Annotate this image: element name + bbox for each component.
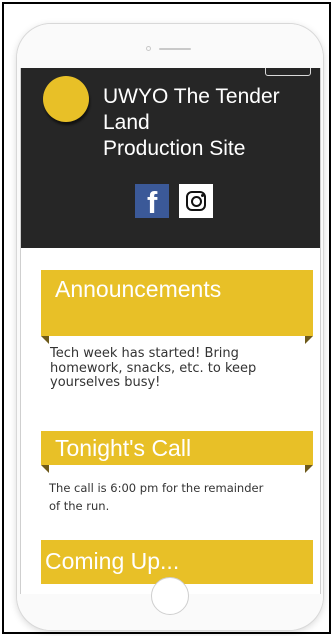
- banner-fold-left: [41, 336, 49, 344]
- facebook-icon[interactable]: f: [135, 184, 169, 220]
- logo-circle[interactable]: [43, 76, 89, 122]
- tonights-call-banner: Tonight's Call: [41, 431, 313, 465]
- speaker-icon: [159, 48, 191, 50]
- site-header: UWYO The Tender Land Production Site f: [21, 68, 320, 248]
- site-title[interactable]: UWYO The Tender Land Production Site: [103, 84, 313, 162]
- announcements-text: Tech week has started! Bring homework, s…: [50, 346, 257, 390]
- home-button[interactable]: [151, 577, 189, 615]
- camera-icon: [146, 46, 151, 51]
- banner-fold-right: [305, 336, 313, 344]
- facebook-glyph: f: [147, 185, 158, 220]
- instagram-lens: [190, 195, 202, 207]
- menu-button[interactable]: [265, 68, 311, 76]
- screenshot-frame: UWYO The Tender Land Production Site f A…: [2, 2, 331, 634]
- phone-screen[interactable]: UWYO The Tender Land Production Site f A…: [20, 68, 321, 594]
- tonights-call-text: The call is 6:00 pm for the remainder of…: [49, 481, 264, 513]
- phone-top-bezel: [17, 24, 323, 68]
- banner-fold-right: [305, 465, 313, 473]
- instagram-icon[interactable]: [179, 184, 213, 218]
- banner-fold-left: [41, 465, 49, 473]
- announcements-banner: Announcements: [41, 270, 313, 336]
- social-links: f: [135, 184, 213, 220]
- phone-mockup: UWYO The Tender Land Production Site f A…: [17, 24, 323, 630]
- instagram-dot: [201, 194, 204, 197]
